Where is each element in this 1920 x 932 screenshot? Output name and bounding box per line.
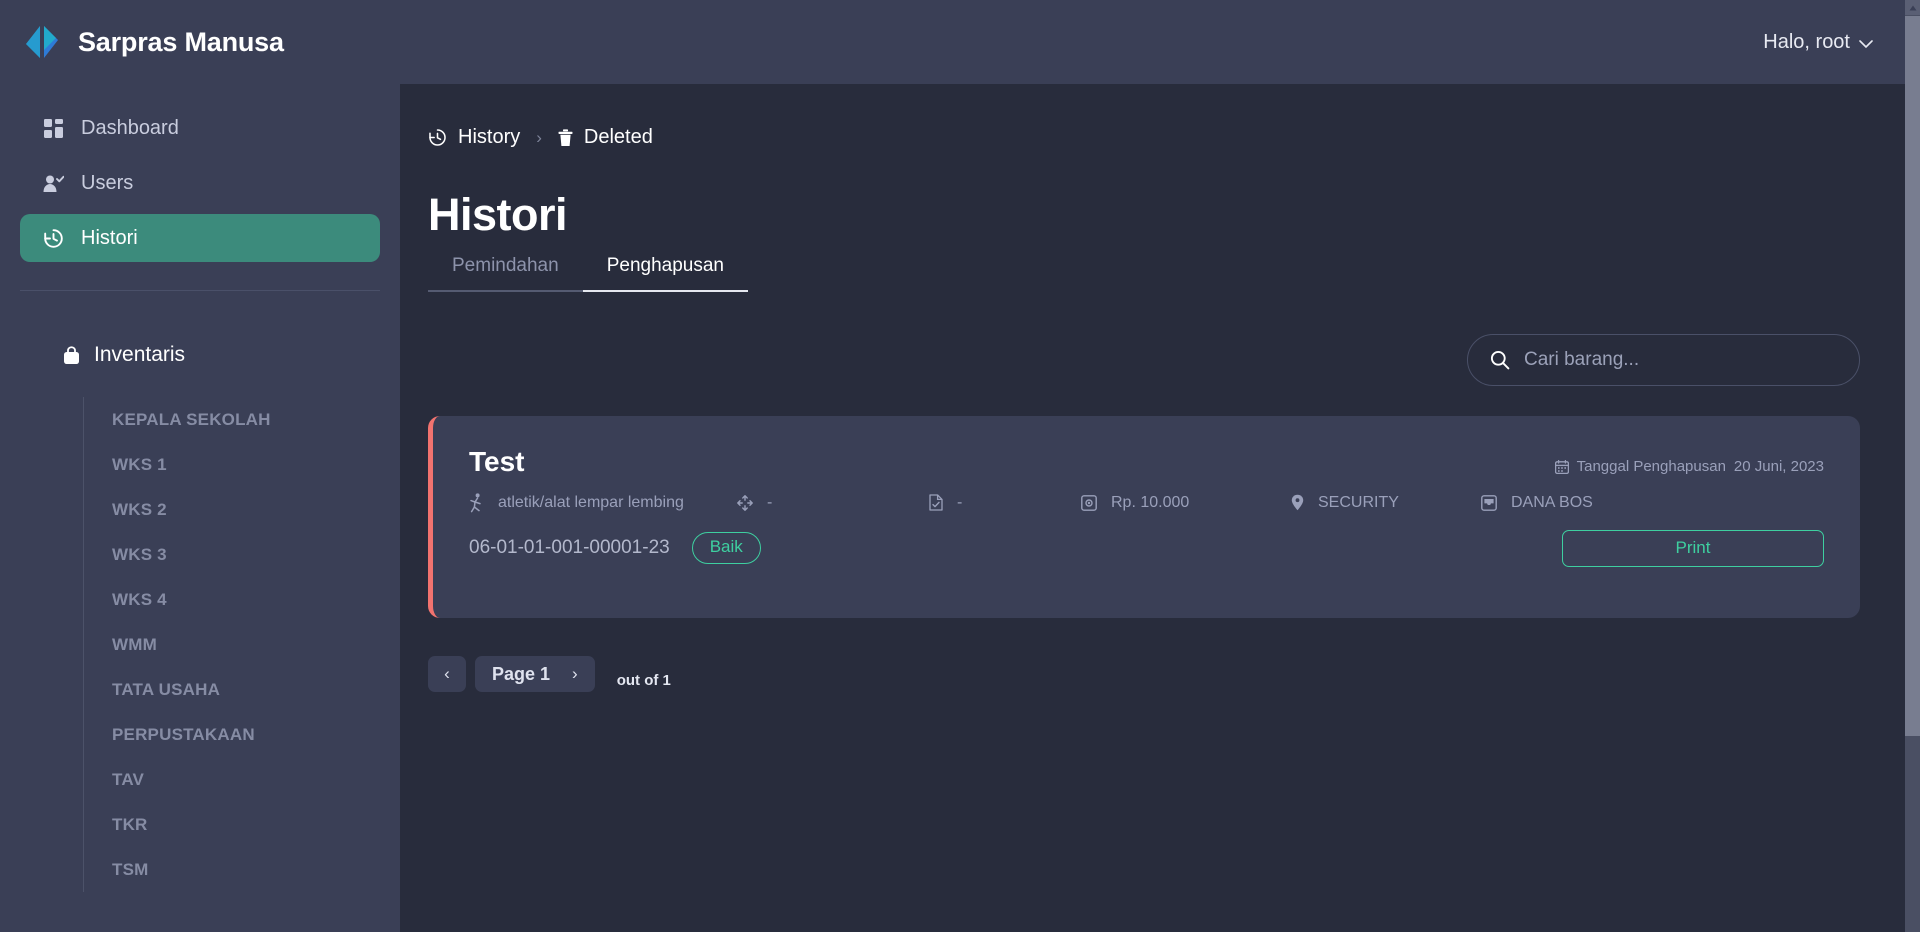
sidebar-subitem-wks-3[interactable]: WKS 3 (112, 532, 400, 577)
item-price: Rp. 10.000 (1081, 492, 1291, 514)
trash-icon (558, 128, 573, 147)
item-fund: DANA BOS (1481, 492, 1593, 514)
user-greeting-label: Halo, root (1763, 30, 1850, 53)
sidebar-item-label: Dashboard (81, 116, 179, 139)
brand[interactable]: Sarpras Manusa (0, 22, 284, 62)
breadcrumb-separator: › (536, 127, 542, 147)
sidebar-subnav: KEPALA SEKOLAH WKS 1 WKS 2 WKS 3 WKS 4 W… (83, 397, 400, 892)
breadcrumb-item-history[interactable]: History (428, 126, 520, 149)
sidebar-subitem-tkr[interactable]: TKR (112, 802, 400, 847)
breadcrumb-label: Deleted (583, 126, 653, 148)
sidebar-subitem-tata-usaha[interactable]: TATA USAHA (112, 667, 400, 712)
item-inventory-code: 06-01-01-001-00001-23 (469, 537, 670, 559)
search-input[interactable] (1524, 349, 1837, 371)
search-area (428, 334, 1872, 386)
chevron-down-icon (1859, 40, 1873, 49)
sidebar-item-label: Histori (81, 226, 138, 249)
item-dimension-label: - (767, 494, 773, 511)
deletion-date-label: Tanggal Penghapusan (1576, 458, 1726, 475)
deleted-item-card: Test Tanggal Penghapusan 20 Juni, 2023 a… (428, 416, 1860, 618)
sidebar-subitem-wks-1[interactable]: WKS 1 (112, 442, 400, 487)
tab-pemindahan[interactable]: Pemindahan (428, 255, 583, 292)
item-dimension: - (737, 492, 929, 514)
dashboard-grid-icon (42, 117, 64, 139)
card-bottom-row: 06-01-01-001-00001-23 Baik Print (469, 529, 1824, 567)
chevron-logo-icon (22, 22, 62, 62)
calendar-icon (1554, 459, 1569, 474)
sidebar-item-label: Users (81, 171, 134, 194)
user-check-icon (42, 172, 64, 194)
sidebar-item-users[interactable]: Users (20, 159, 380, 207)
user-menu[interactable]: Halo, root (1763, 31, 1920, 54)
search-box[interactable] (1467, 334, 1860, 386)
sidebar-section-label: Inventaris (94, 343, 186, 366)
resize-arrows-icon (737, 494, 753, 511)
item-price-label: Rp. 10.000 (1111, 494, 1190, 511)
athletics-person-icon (469, 493, 484, 513)
inbox-icon (1481, 494, 1497, 511)
item-document: - (929, 492, 1081, 514)
sidebar-subitem-kepala-sekolah[interactable]: KEPALA SEKOLAH (112, 397, 400, 442)
sidebar-section-inventaris[interactable]: Inventaris (62, 343, 400, 367)
chevron-right-icon[interactable]: › (572, 664, 578, 684)
map-pin-icon (1291, 494, 1304, 511)
item-category: atletik/alat lempar lembing (469, 492, 737, 514)
status-badge: Baik (691, 532, 761, 565)
sidebar-subitem-wmm[interactable]: WMM (112, 622, 400, 667)
item-location: SECURITY (1291, 492, 1481, 514)
sidebar-subitem-tav[interactable]: TAV (112, 757, 400, 802)
pagination-prev-button[interactable]: ‹ (428, 656, 466, 692)
pagination-page-button[interactable]: Page 1 › (475, 656, 595, 692)
briefcase-bag-icon (62, 345, 81, 365)
pagination-total-label: out of 1 (616, 671, 671, 689)
breadcrumb-label: History (458, 126, 521, 148)
brand-name: Sarpras Manusa (78, 26, 284, 57)
sidebar-subitem-wks-4[interactable]: WKS 4 (112, 577, 400, 622)
card-header: Test Tanggal Penghapusan 20 Juni, 2023 (469, 446, 1824, 478)
document-check-icon (929, 494, 943, 511)
page-title: Histori (428, 189, 568, 240)
sidebar: Dashboard Users Histori Inventaris KEPAL… (0, 84, 400, 932)
item-location-label: SECURITY (1318, 494, 1399, 511)
history-clock-icon (428, 128, 447, 147)
sidebar-divider (20, 290, 380, 291)
search-icon (1490, 350, 1510, 370)
scrollbar-up-arrow[interactable] (1905, 0, 1920, 15)
item-name: Test (469, 446, 525, 477)
item-document-label: - (957, 494, 963, 511)
main-content: History › Deleted Histori Pemindahan Pen… (400, 84, 1920, 932)
history-clock-icon (42, 227, 64, 249)
page-scrollbar[interactable] (1905, 0, 1920, 932)
print-button[interactable]: Print (1562, 529, 1824, 567)
top-bar: Sarpras Manusa Halo, root (0, 0, 1920, 84)
sidebar-subitem-tsm[interactable]: TSM (112, 847, 400, 892)
pagination: ‹ Page 1 › out of 1 (428, 656, 1872, 692)
breadcrumb: History › Deleted (428, 126, 1872, 149)
item-fund-label: DANA BOS (1511, 494, 1593, 511)
deletion-date-value: 20 Juni, 2023 (1733, 458, 1824, 475)
scrollbar-thumb[interactable] (1905, 16, 1920, 736)
money-box-icon (1081, 494, 1097, 511)
deletion-date: Tanggal Penghapusan 20 Juni, 2023 (1554, 446, 1824, 475)
sidebar-subitem-wks-2[interactable]: WKS 2 (112, 487, 400, 532)
breadcrumb-item-deleted[interactable]: Deleted (558, 126, 653, 149)
sidebar-item-dashboard[interactable]: Dashboard (20, 104, 380, 152)
item-category-label: atletik/alat lempar lembing (498, 494, 684, 511)
item-meta-row: atletik/alat lempar lembing - - Rp. 10.0… (469, 492, 1824, 514)
chevron-left-icon: ‹ (444, 664, 450, 683)
tabs: Pemindahan Penghapusan (428, 255, 1872, 292)
tab-penghapusan[interactable]: Penghapusan (582, 255, 748, 292)
sidebar-subitem-perpustakaan[interactable]: PERPUSTAKAAN (112, 712, 400, 757)
sidebar-item-histori[interactable]: Histori (20, 214, 380, 262)
pagination-page-label: Page 1 (492, 663, 551, 684)
